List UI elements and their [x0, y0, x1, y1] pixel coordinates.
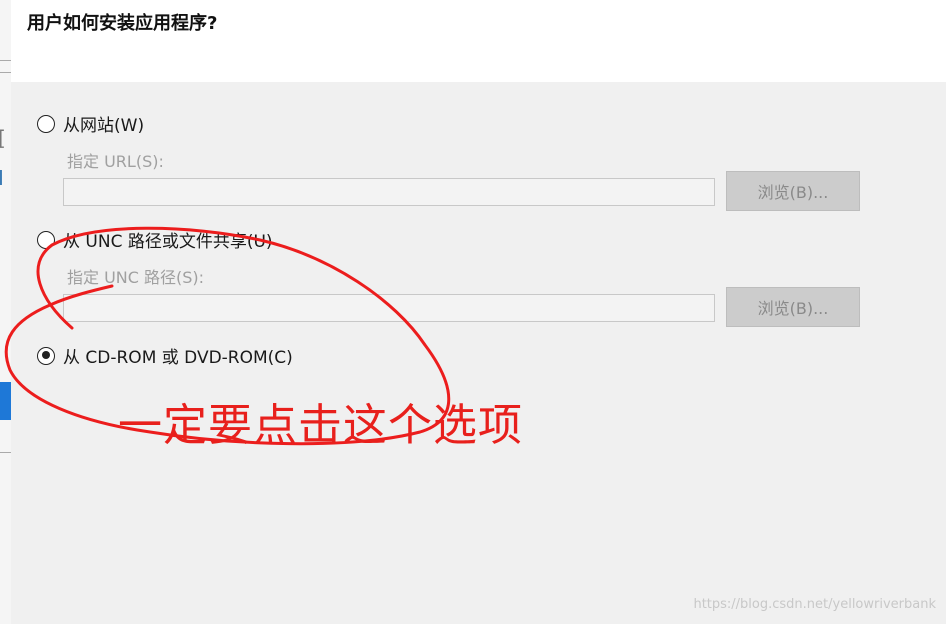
dialog-content: 从网站(W) 指定 URL(S): 浏览(B)... 从 UNC 路径或文件共享… — [11, 82, 946, 624]
radio-website[interactable] — [37, 114, 55, 133]
background-divider — [0, 72, 11, 73]
unc-path-input[interactable] — [63, 294, 715, 322]
url-input[interactable] — [63, 178, 715, 206]
option-cd-dvd[interactable]: 从 CD-ROM 或 DVD-ROM(C) — [37, 343, 293, 368]
background-glyph-fragment: [ — [0, 126, 6, 150]
background-divider — [0, 60, 11, 61]
dialog-title: 用户如何安装应用程序? — [27, 13, 218, 34]
radio-cd-dvd[interactable] — [37, 346, 55, 365]
option-unc-path-label: 从 UNC 路径或文件共享(U) — [63, 232, 273, 252]
option-cd-dvd-label: 从 CD-ROM 或 DVD-ROM(C) — [63, 348, 293, 368]
watermark: https://blog.csdn.net/yellowriverbank — [693, 597, 936, 612]
unc-field-label: 指定 UNC 路径(S): — [67, 268, 205, 287]
option-unc-path[interactable]: 从 UNC 路径或文件共享(U) — [37, 227, 273, 252]
radio-unc-path[interactable] — [37, 230, 55, 249]
dialog-header: 用户如何安装应用程序? — [11, 0, 946, 82]
background-selection-band — [0, 382, 11, 420]
background-glyph-fragment: I — [0, 166, 4, 190]
option-website-label: 从网站(W) — [63, 116, 145, 136]
background-divider — [0, 452, 11, 453]
option-website[interactable]: 从网站(W) — [37, 111, 144, 136]
browse-url-button[interactable]: 浏览(B)... — [726, 171, 860, 211]
browse-unc-button[interactable]: 浏览(B)... — [726, 287, 860, 327]
annotation-text: 一定要点击这个选项 — [118, 400, 523, 451]
url-field-label: 指定 URL(S): — [67, 152, 164, 171]
